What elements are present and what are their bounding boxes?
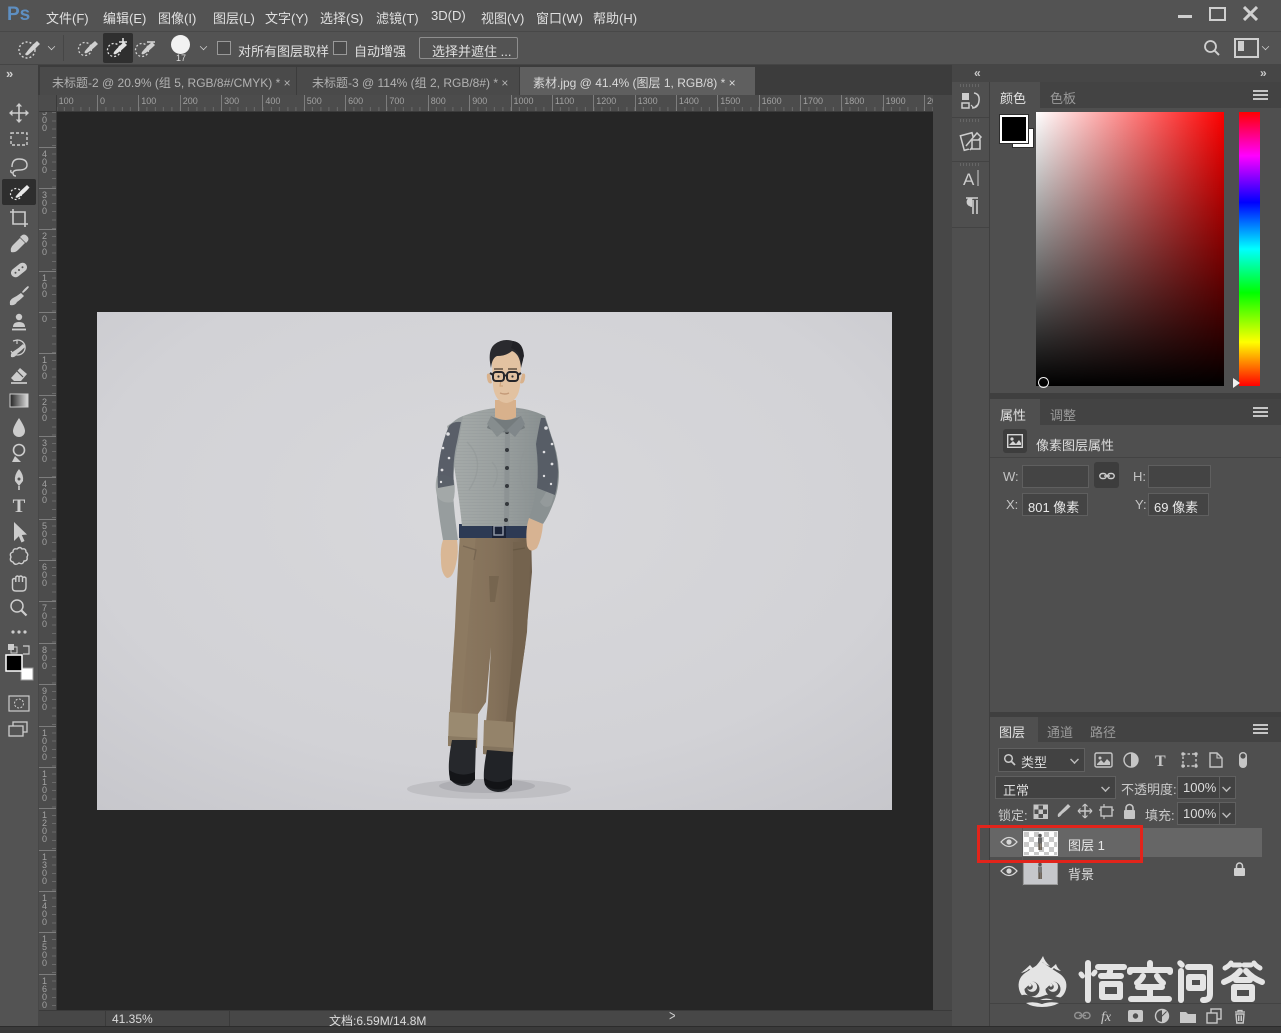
svg-text:fx: fx bbox=[1101, 1010, 1112, 1024]
svg-text:A: A bbox=[963, 170, 975, 189]
svg-text:T: T bbox=[13, 496, 26, 517]
svg-text:T: T bbox=[1155, 753, 1166, 770]
